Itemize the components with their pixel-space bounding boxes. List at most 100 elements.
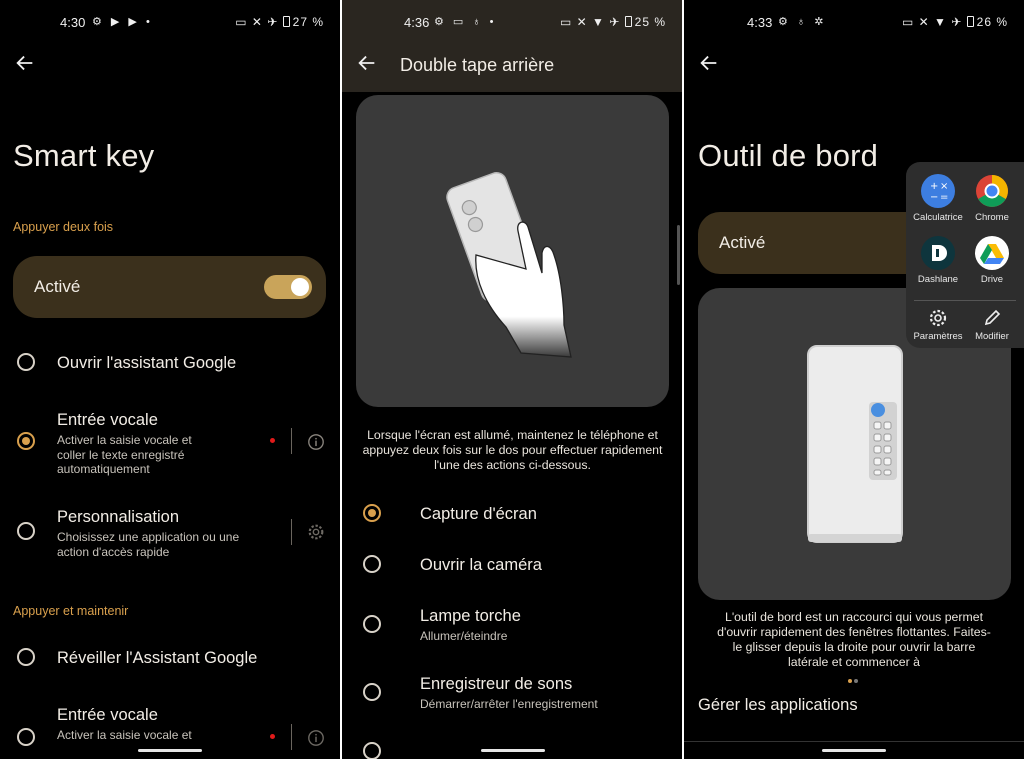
edge-app-calculator[interactable]: + × − = Calculatrice bbox=[910, 174, 966, 223]
edge-action-label: Paramètres bbox=[913, 331, 963, 342]
status-system-icons: ▭ ✕ ▼ ✈ 26 % bbox=[901, 15, 1008, 29]
option-title-voice-input-hold[interactable]: Entrée vocale bbox=[57, 706, 158, 725]
svg-text:×: × bbox=[940, 181, 948, 192]
radio-voice-input-hold[interactable] bbox=[17, 728, 35, 746]
manage-apps-link[interactable]: Gérer les applications bbox=[698, 696, 858, 715]
gesture-nav-bar[interactable] bbox=[138, 749, 202, 752]
svg-text:−: − bbox=[930, 192, 938, 203]
battery-level: 27 % bbox=[292, 15, 324, 29]
status-notification-icons: ⚙ ▭ ♁ • bbox=[434, 16, 497, 28]
status-time: 4:33 bbox=[747, 15, 773, 30]
radio-voice-input[interactable] bbox=[17, 432, 35, 450]
option-title-flashlight[interactable]: Lampe torche bbox=[420, 607, 521, 626]
section-label-double-press: Appuyer deux fois bbox=[13, 220, 114, 234]
gear-icon[interactable] bbox=[307, 523, 325, 541]
scrollbar[interactable] bbox=[677, 225, 680, 285]
option-subtitle-sound-recorder: Démarrer/arrêter l'enregistrement bbox=[420, 697, 598, 711]
divider bbox=[291, 724, 292, 750]
back-arrow-icon[interactable] bbox=[14, 52, 36, 74]
option-title-voice-input[interactable]: Entrée vocale bbox=[57, 411, 158, 430]
radio-open-camera[interactable] bbox=[363, 555, 381, 573]
description-text: L'outil de bord est un raccourci qui vou… bbox=[717, 610, 991, 666]
gesture-nav-bar[interactable] bbox=[822, 749, 886, 752]
info-icon[interactable] bbox=[307, 433, 325, 451]
radio-customization[interactable] bbox=[17, 522, 35, 540]
edge-app-drive[interactable]: Drive bbox=[964, 236, 1020, 285]
status-system-icons: ▭ ✕ ✈ 27 % bbox=[235, 15, 324, 29]
battery-level: 25 % bbox=[634, 15, 666, 29]
edge-action-settings[interactable]: Paramètres bbox=[910, 308, 966, 343]
radio-open-assistant[interactable] bbox=[17, 353, 35, 371]
page-dot bbox=[854, 679, 858, 683]
pencil-icon bbox=[982, 308, 1002, 328]
activated-toggle-card[interactable]: Activé bbox=[13, 256, 326, 318]
option-title-sound-recorder[interactable]: Enregistreur de sons bbox=[420, 675, 572, 694]
radio-flashlight[interactable] bbox=[363, 615, 381, 633]
battery-icon bbox=[624, 16, 632, 27]
radio-screenshot[interactable] bbox=[363, 504, 381, 522]
battery-icon bbox=[282, 16, 290, 27]
record-indicator-dot bbox=[270, 734, 275, 739]
activated-label: Activé bbox=[719, 233, 766, 252]
status-time: 4:30 bbox=[60, 15, 86, 30]
edge-tool-screen: 4:33 ⚙ ♁ ✲ ▭ ✕ ▼ ✈ 26 % Outil de bord Ac… bbox=[684, 0, 1024, 759]
activated-switch[interactable] bbox=[264, 275, 312, 299]
radio-next-option[interactable] bbox=[363, 742, 381, 759]
edge-app-label: Calculatrice bbox=[913, 212, 963, 223]
back-arrow-icon[interactable] bbox=[356, 52, 378, 74]
record-indicator-dot bbox=[270, 438, 275, 443]
edge-action-label: Modifier bbox=[975, 331, 1009, 342]
radio-sound-recorder[interactable] bbox=[363, 683, 381, 701]
gear-icon bbox=[928, 308, 948, 328]
page-title: Double tape arrière bbox=[400, 55, 555, 75]
option-title-open-camera[interactable]: Ouvrir la caméra bbox=[420, 556, 542, 575]
option-title-wake-assistant[interactable]: Réveiller l'Assistant Google bbox=[57, 649, 257, 668]
divider bbox=[291, 519, 292, 545]
svg-text:=: = bbox=[940, 192, 948, 203]
status-system-icons: ▭ ✕ ▼ ✈ 25 % bbox=[559, 15, 666, 29]
switch-knob bbox=[291, 278, 309, 296]
activated-label: Activé bbox=[34, 277, 81, 296]
back-arrow-icon[interactable] bbox=[698, 52, 720, 74]
svg-text:+: + bbox=[930, 181, 938, 192]
option-title-screenshot[interactable]: Capture d'écran bbox=[420, 505, 537, 524]
status-bar: 4:30 ⚙ ▶ ▶ • ▭ ✕ ✈ 27 % bbox=[0, 10, 340, 34]
battery-level: 26 % bbox=[976, 15, 1008, 29]
page-title: Outil de bord bbox=[698, 138, 879, 173]
page-title: Smart key bbox=[13, 138, 155, 173]
smart-key-screen: 4:30 ⚙ ▶ ▶ • ▭ ✕ ✈ 27 % Smart key Appuye… bbox=[0, 0, 340, 759]
edge-app-dashlane[interactable]: Dashlane bbox=[910, 236, 966, 285]
calculator-icon: + × − = bbox=[921, 174, 955, 208]
edge-app-chrome[interactable]: Chrome bbox=[964, 174, 1020, 223]
double-tap-back-screen: 4:36 ⚙ ▭ ♁ • ▭ ✕ ▼ ✈ 25 % Double tape ar… bbox=[342, 0, 682, 759]
divider bbox=[914, 300, 1016, 301]
hand-holding-phone-illustration bbox=[446, 172, 572, 358]
edge-sidebar-panel[interactable]: + × − = Calculatrice Chrome Dashlane Drive bbox=[906, 162, 1024, 348]
status-bar: 4:33 ⚙ ♁ ✲ ▭ ✕ ▼ ✈ 26 % bbox=[684, 10, 1024, 34]
info-icon[interactable] bbox=[307, 729, 325, 747]
edge-app-label: Chrome bbox=[975, 212, 1009, 223]
description-text: Lorsque l'écran est allumé, maintenez le… bbox=[362, 428, 663, 472]
page-dot-active bbox=[848, 679, 852, 683]
battery-icon bbox=[966, 16, 974, 27]
edge-action-edit[interactable]: Modifier bbox=[964, 308, 1020, 342]
section-label-press-hold: Appuyer et maintenir bbox=[13, 604, 129, 618]
option-title-customization[interactable]: Personnalisation bbox=[57, 508, 179, 527]
divider bbox=[684, 741, 1024, 742]
status-notification-icons: ⚙ ▶ ▶ • bbox=[92, 16, 153, 28]
chrome-icon bbox=[975, 174, 1009, 208]
radio-wake-assistant[interactable] bbox=[17, 648, 35, 666]
dashlane-icon bbox=[921, 236, 955, 270]
option-subtitle-voice-input-hold: Activer la saisie vocale et bbox=[57, 728, 192, 742]
status-time: 4:36 bbox=[404, 15, 430, 30]
illustration-double-tap bbox=[356, 95, 669, 407]
divider bbox=[291, 428, 292, 454]
status-bar: 4:36 ⚙ ▭ ♁ • ▭ ✕ ▼ ✈ 25 % bbox=[342, 10, 682, 34]
option-title-open-assistant[interactable]: Ouvrir l'assistant Google bbox=[57, 354, 236, 373]
edge-app-label: Drive bbox=[980, 274, 1004, 285]
edge-app-label: Dashlane bbox=[917, 274, 959, 285]
option-subtitle-customization: Choisissez une application ou une action… bbox=[57, 530, 240, 559]
option-subtitle-voice-input: Activer la saisie vocale et coller le te… bbox=[57, 433, 192, 476]
drive-icon bbox=[975, 236, 1009, 270]
gesture-nav-bar[interactable] bbox=[481, 749, 545, 752]
